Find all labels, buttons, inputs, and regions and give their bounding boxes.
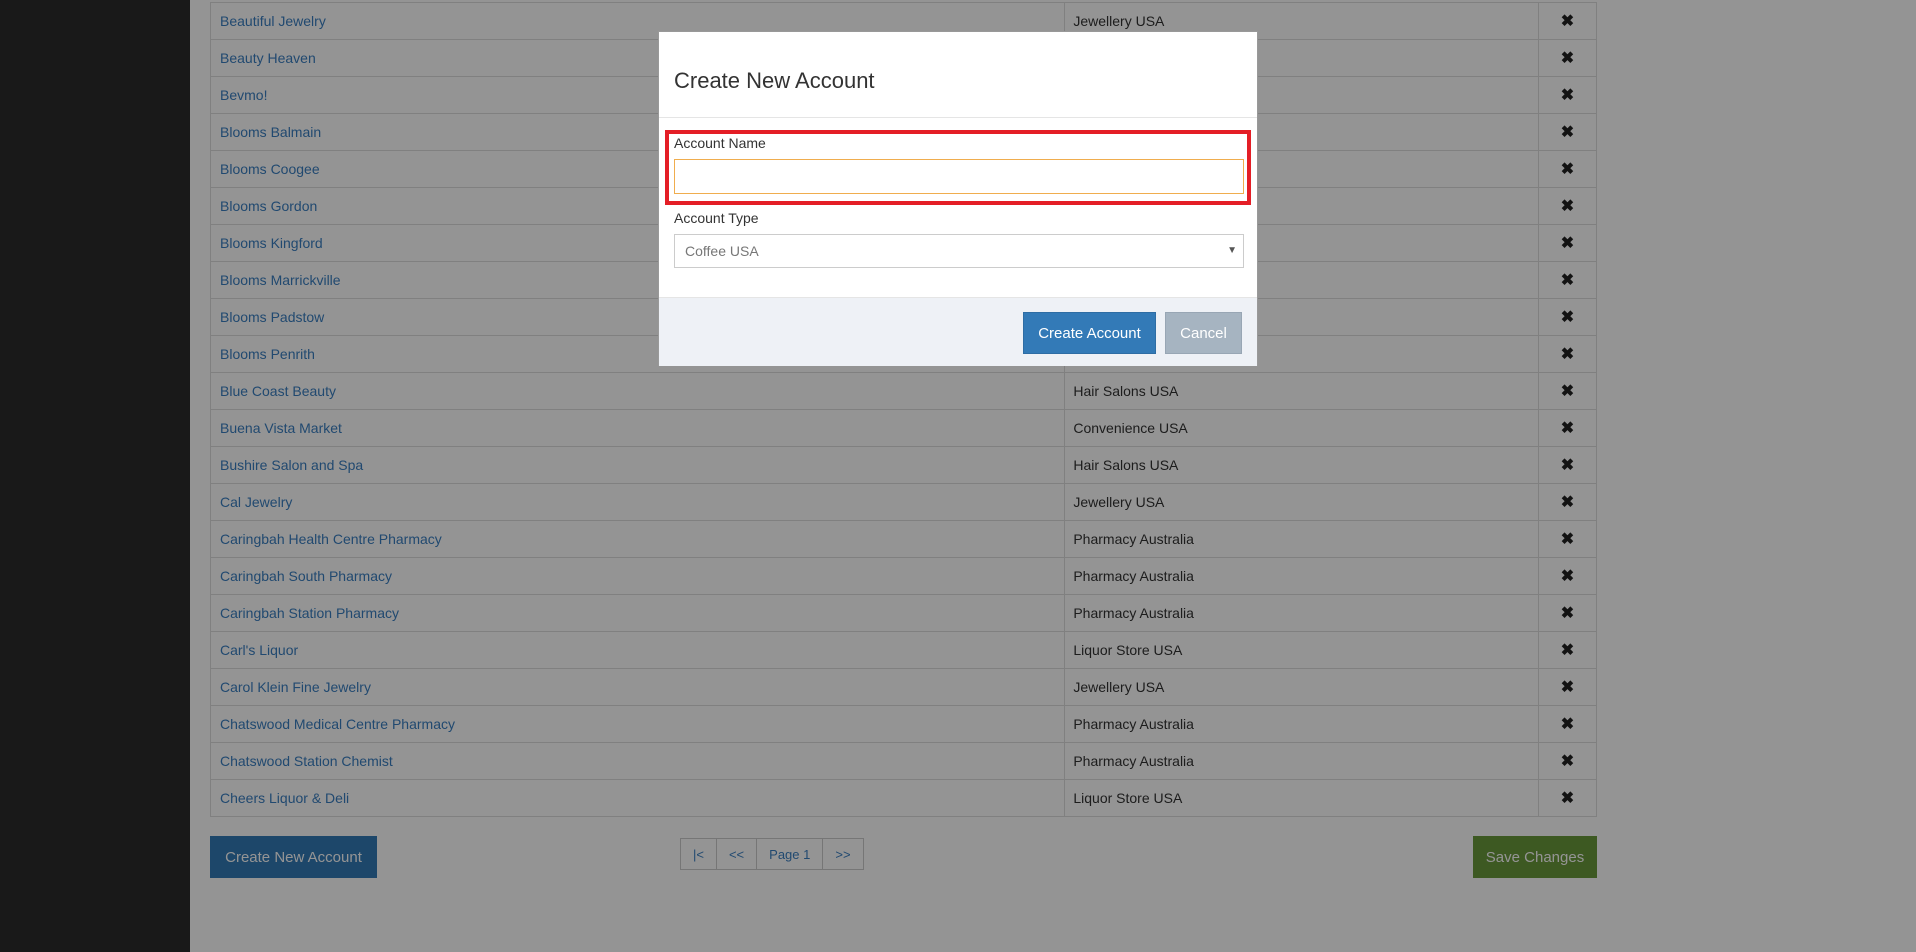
- chevron-down-icon: ▼: [1227, 245, 1237, 256]
- account-type-selected-value: Coffee USA: [685, 243, 759, 259]
- account-type-select[interactable]: Coffee USA ▼: [674, 234, 1244, 268]
- account-type-label: Account Type: [674, 210, 759, 226]
- create-account-modal: Create New Account Account Name Account …: [658, 31, 1258, 366]
- account-name-input[interactable]: [674, 159, 1244, 194]
- cancel-button[interactable]: Cancel: [1165, 312, 1242, 354]
- modal-footer: Create Account Cancel: [659, 297, 1257, 366]
- create-account-button[interactable]: Create Account: [1023, 312, 1156, 354]
- modal-title: Create New Account: [674, 68, 875, 93]
- account-name-label: Account Name: [674, 135, 766, 151]
- modal-header: Create New Account: [659, 32, 1257, 118]
